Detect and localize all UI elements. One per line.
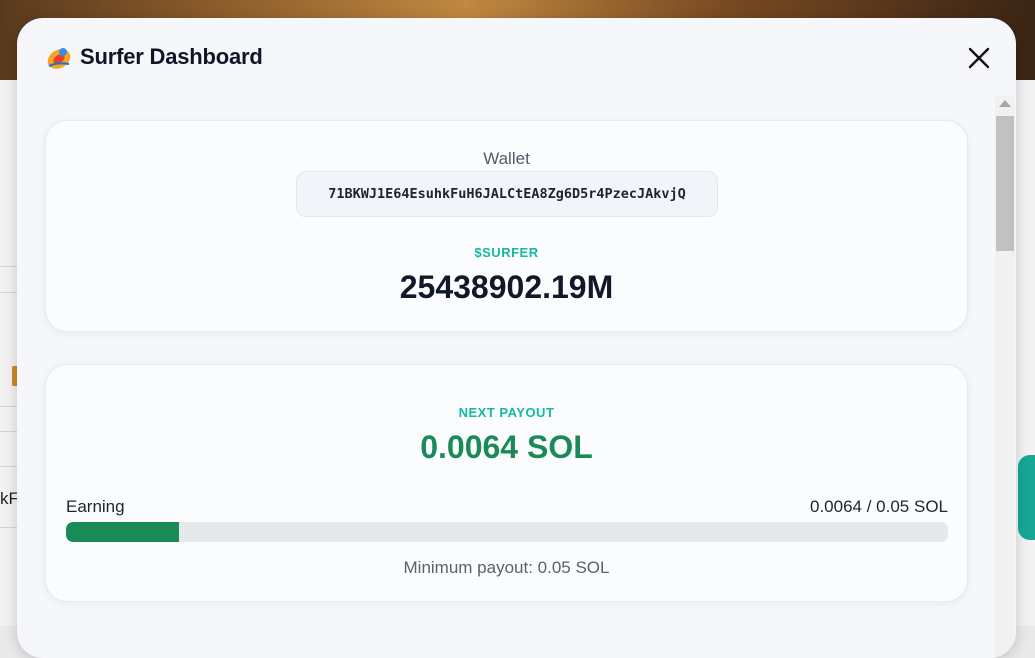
modal-scrollbar[interactable] [995,96,1015,658]
surfer-dashboard-modal: Surfer Dashboard Wallet 71BKWJ1E64EsuhkF… [17,18,1016,658]
modal-title: Surfer Dashboard [80,44,263,69]
token-balance: 25438902.19M [399,269,614,305]
surfer-logo-icon [47,48,71,69]
earning-progress-fill [66,522,179,542]
wallet-address[interactable]: 71BKWJ1E64EsuhkFuH6JALCtEA8Zg6D5r4PzecJA… [296,171,718,217]
next-payout-label: NEXT PAYOUT [458,405,555,420]
payout-card: NEXT PAYOUT 0.0064 SOL Earning 0.0064 / … [45,364,968,602]
earning-ratio: 0.0064 / 0.05 SOL [810,497,948,516]
token-label: $SURFER [474,245,539,260]
background-side-tab[interactable] [1018,455,1035,540]
next-payout-value: 0.0064 SOL [420,429,593,465]
wallet-label: Wallet [483,149,530,168]
earning-label: Earning [66,497,125,516]
minimum-payout-text: Minimum payout: 0.05 SOL [403,558,610,577]
earning-progress-bar [66,522,948,542]
modal-header: Surfer Dashboard [17,18,1016,98]
scroll-thumb[interactable] [996,116,1014,251]
scroll-up-icon[interactable] [999,100,1011,107]
close-icon[interactable] [964,43,994,73]
wallet-card: Wallet 71BKWJ1E64EsuhkFuH6JALCtEA8Zg6D5r… [45,120,968,332]
